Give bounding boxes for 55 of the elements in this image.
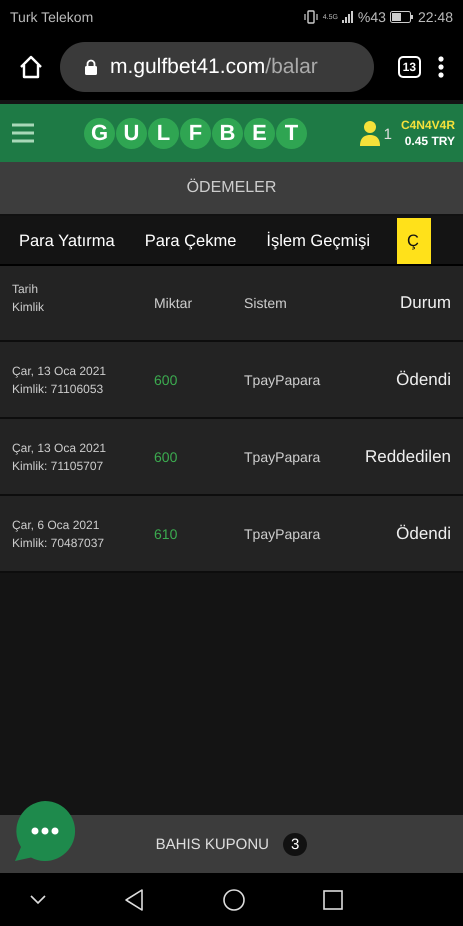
status-cell: Reddedilen — [364, 446, 451, 466]
status-cell: Ödendi — [396, 524, 451, 544]
logo-letter[interactable]: G — [84, 118, 115, 148]
clock-time: 22:48 — [418, 9, 453, 25]
carrier-name: Turk Telekom — [10, 9, 94, 25]
id-cell-text: Kimlik: 71105707 — [12, 458, 104, 474]
address-bar[interactable]: m.gulfbet41.com/balar — [60, 42, 374, 92]
home-icon[interactable] — [18, 54, 44, 80]
logo-letter[interactable]: T — [276, 118, 307, 148]
date-cell-text: Çar, 13 Oca 2021 — [12, 440, 108, 456]
id-cell-text: Kimlik: 71106053 — [12, 380, 104, 398]
date-cell-text: Çar, 13 Oca 2021 — [12, 362, 108, 380]
amount-cell-text: 610 — [154, 526, 178, 542]
back-icon[interactable] — [124, 888, 144, 910]
coupon-count-badge: 3 — [283, 832, 308, 856]
column-header: Durum — [400, 293, 451, 313]
logo-letter[interactable]: B — [212, 118, 243, 148]
signal-icon — [342, 11, 354, 23]
lock-icon — [84, 59, 98, 75]
user-icon[interactable] — [358, 120, 381, 146]
system-cell-text: TpayPapara — [244, 448, 322, 464]
column-header: Tarih — [12, 281, 40, 298]
battery-icon — [390, 11, 414, 23]
logo-letter[interactable]: F — [180, 118, 211, 148]
status-cell: Ödendi — [396, 370, 451, 390]
tab[interactable]: Para Çekme — [134, 218, 248, 264]
logo-letter[interactable]: E — [244, 118, 275, 148]
vibrate-icon — [302, 10, 319, 24]
logo-letter[interactable]: U — [116, 118, 147, 148]
tab[interactable]: Para Yatırma — [8, 218, 126, 264]
menu-icon[interactable] — [12, 123, 34, 143]
tab[interactable]: Ç — [396, 218, 431, 264]
user-count: 1 — [384, 126, 392, 143]
logo-letter[interactable]: L — [148, 118, 179, 148]
amount-cell-text: 600 — [154, 372, 178, 388]
tab[interactable]: İşlem Geçmişi — [255, 218, 381, 264]
amount-cell-text: 600 — [154, 448, 178, 464]
coupon-bar[interactable]: BAHIS KUPONU 3 — [0, 815, 463, 873]
home-circle-icon[interactable] — [222, 888, 245, 910]
date-cell-text: Çar, 6 Oca 2021 — [12, 516, 100, 534]
page-title: ÖDEMELER — [0, 162, 463, 216]
chevron-down-icon[interactable] — [30, 894, 46, 904]
system-cell-text: TpayPapara — [244, 526, 322, 542]
balance-amount: 0.45 TRY — [404, 134, 455, 148]
username[interactable]: C4N4V4R — [400, 118, 455, 132]
id-cell-text: Kimlik: 70487037 — [12, 534, 106, 552]
chat-bubble-icon[interactable] — [13, 799, 77, 863]
tab-count-button[interactable]: 13 — [398, 56, 421, 78]
column-header: Kimlik — [12, 299, 45, 316]
battery-percent: %43 — [358, 9, 386, 25]
recents-icon[interactable] — [322, 890, 343, 910]
column-header: Miktar — [154, 295, 194, 311]
more-icon[interactable] — [437, 55, 445, 79]
column-header: Sistem — [244, 295, 288, 311]
system-cell-text: TpayPapara — [244, 372, 322, 388]
